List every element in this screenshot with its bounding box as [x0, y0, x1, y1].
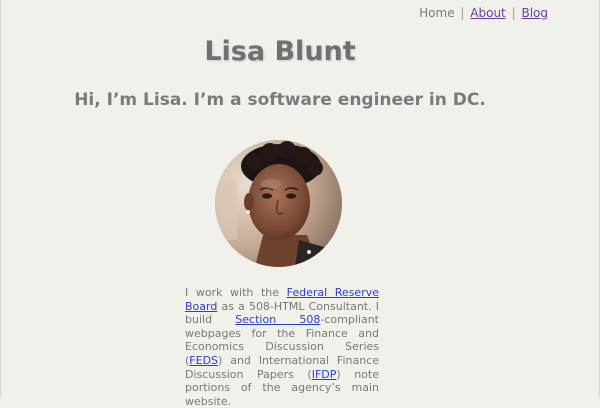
nav-separator: |: [460, 6, 465, 20]
avatar: [215, 140, 342, 267]
profile-photo-icon: [215, 140, 342, 267]
nav-blog-link[interactable]: Blog: [521, 6, 548, 20]
bio-paragraph: I work with the Federal Reserve Board as…: [185, 286, 379, 408]
feds-link[interactable]: FEDS: [189, 354, 218, 367]
section-508-link[interactable]: Section 508: [235, 313, 320, 326]
site-title: Lisa Blunt: [204, 36, 356, 67]
nav-about-link[interactable]: About: [470, 6, 505, 20]
ifdp-link[interactable]: IFDP: [312, 368, 337, 381]
nav-separator: |: [511, 6, 516, 20]
bio-text: I work with the: [185, 286, 287, 299]
nav-home[interactable]: Home: [419, 6, 454, 20]
top-navigation: Home | About | Blog: [419, 6, 548, 20]
page-tagline: Hi, I’m Lisa. I’m a software engineer in…: [74, 90, 486, 110]
